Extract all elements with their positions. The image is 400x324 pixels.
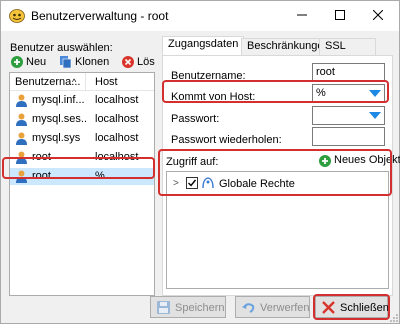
minimize-icon (297, 14, 307, 16)
column-header-user[interactable]: Benutzerna... ^ (10, 73, 86, 91)
user-row[interactable]: mysql.ses... localhost (10, 111, 154, 128)
tab-ssl-options[interactable]: SSL Optionen (319, 38, 376, 67)
password-repeat-field[interactable] (312, 127, 385, 146)
maximize-button[interactable] (321, 1, 359, 31)
password-repeat-label: Passwort wiederholen: (171, 134, 282, 146)
heidisql-app-icon (9, 9, 25, 23)
user-row[interactable]: mysql.sys localhost (10, 130, 154, 147)
host-field-highlight (162, 80, 389, 103)
column-header-host[interactable]: Host (86, 73, 154, 91)
new-user-label: Neu (26, 56, 47, 68)
user-host: localhost (95, 113, 139, 125)
select-user-label: Benutzer auswählen: (10, 42, 113, 54)
user-icon (16, 94, 27, 107)
save-button[interactable]: Speichern (150, 296, 226, 318)
access-area-highlight (158, 149, 392, 196)
sort-ascending-icon: ^ (72, 77, 77, 87)
user-icon (16, 132, 27, 145)
close-icon (372, 9, 384, 21)
save-icon (157, 301, 170, 314)
user-name: mysql.ses... (32, 113, 86, 125)
column-user-label: Benutzerna... (15, 76, 81, 88)
add-icon (11, 56, 23, 68)
column-host-label: Host (95, 76, 118, 88)
clone-user-label: Klonen (75, 56, 110, 68)
discard-label: Verwerfen (260, 302, 310, 314)
user-host: localhost (95, 132, 139, 144)
title-bar: Benutzerverwaltung - root (1, 1, 399, 31)
user-manager-window: Benutzerverwaltung - root Benutzer auswä… (0, 0, 400, 324)
password-label: Passwort: (171, 113, 220, 125)
tab-credentials[interactable]: Zugangsdaten (162, 36, 245, 56)
username-value: root (316, 66, 335, 78)
clone-icon (60, 56, 72, 68)
minimize-button[interactable] (283, 1, 321, 31)
password-field[interactable] (312, 106, 385, 125)
user-host: localhost (95, 94, 139, 106)
maximize-icon (335, 10, 345, 20)
undo-icon (242, 303, 255, 313)
delete-icon (122, 56, 134, 68)
discard-button[interactable]: Verwerfen (235, 296, 310, 318)
user-row[interactable]: mysql.inf... localhost (10, 92, 154, 109)
save-label: Speichern (175, 302, 225, 314)
selected-user-highlight (2, 157, 155, 179)
user-name: mysql.sys (32, 132, 81, 144)
user-icon (16, 113, 27, 126)
close-window-button[interactable] (359, 1, 397, 31)
close-button-highlight (313, 294, 390, 320)
delete-user-label: Lös (137, 56, 155, 68)
user-list[interactable]: Benutzerna... ^ Host mysql.inf... localh… (9, 72, 155, 296)
user-name: mysql.inf... (32, 94, 85, 106)
window-title: Benutzerverwaltung - root (31, 9, 169, 23)
dropdown-arrow-icon (369, 112, 381, 119)
resize-grip-icon[interactable] (389, 313, 399, 323)
